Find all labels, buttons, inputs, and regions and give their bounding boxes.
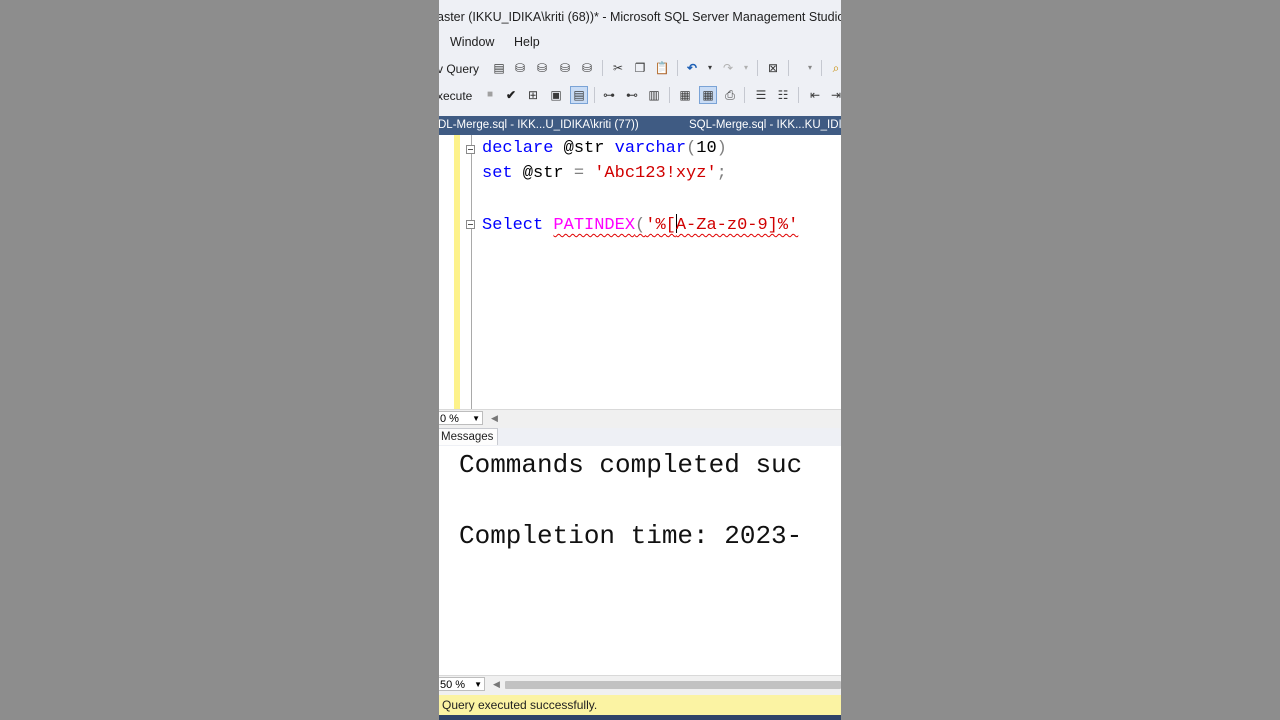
scroll-left-icon[interactable]: ◀ [493, 679, 500, 690]
redo-dropdown-icon[interactable]: ▾ [738, 60, 754, 76]
function-name: PATINDEX [553, 216, 636, 235]
keyword: set [482, 164, 513, 183]
results-tab-bar: Messages [439, 428, 841, 446]
ssms-window: aster (IKKU_IDIKA\kriti (68))* - Microso… [439, 0, 841, 720]
menu-window[interactable]: Window [450, 35, 494, 49]
query-editor[interactable]: declare @str varchar(10) set @str = 'Abc… [439, 135, 841, 409]
toolbar-separator [798, 87, 799, 103]
query-options-icon[interactable]: ▣ [548, 87, 564, 103]
parse-check-icon[interactable]: ✔ [503, 87, 519, 103]
document-tab-bar: DL-Merge.sql - IKK...U_IDIKA\kriti (77))… [439, 116, 841, 135]
string-literal: 'Abc123!xyz' [594, 164, 717, 183]
code-line-1: declare @str varchar(10) [482, 139, 727, 158]
paren: ) [716, 139, 727, 158]
window-title: aster (IKKU_IDIKA\kriti (68))* - Microso… [439, 10, 841, 24]
decrease-indent-icon[interactable]: ⇤ [807, 87, 823, 103]
code-line-2: set @str = 'Abc123!xyz'; [482, 164, 727, 183]
paren: ( [686, 139, 697, 158]
horizontal-scrollbar[interactable] [505, 681, 841, 689]
collapse-icon[interactable] [466, 145, 475, 154]
toolbar-separator [821, 60, 822, 76]
messages-tab-label: Messages [441, 431, 494, 443]
bottom-strip [439, 715, 841, 720]
paste-icon[interactable]: 📋 [654, 60, 670, 76]
search-icon[interactable]: ⌕ [828, 60, 841, 76]
increase-indent-icon[interactable]: ⇥ [828, 87, 841, 103]
variable: @str [553, 139, 615, 158]
toolbar-separator [594, 87, 595, 103]
sql-editor-toolbar: xecute ■ ✔ ⊞ ▣ ▤ ⊶ ⊷ ▥ ▦ ▦ ⎙ ☰ ☷ ⇤ ⇥ [439, 82, 841, 108]
undo-icon[interactable]: ↶ [684, 60, 700, 76]
semicolon: ; [716, 164, 727, 183]
keyword: Select [482, 216, 544, 235]
redo-icon[interactable]: ↷ [720, 60, 736, 76]
code-line-3: Select PATINDEX('%[A-Za-z0-9]%' [482, 214, 798, 235]
execute-button[interactable]: xecute [439, 89, 472, 103]
mdx-query-icon[interactable]: ▤ [491, 60, 507, 76]
paren: ( [635, 216, 646, 235]
dax-query-icon[interactable]: ⛁ [557, 60, 573, 76]
results-to-grid-active-icon[interactable]: ▦ [699, 86, 717, 104]
menu-bar: Window Help [439, 32, 841, 54]
outline-margin [471, 135, 472, 409]
analysis-query-icon[interactable]: ⛁ [579, 60, 595, 76]
toolbar-separator [669, 87, 670, 103]
chevron-down-icon: ▼ [474, 680, 482, 689]
completion-time-line: Completion time: 2023- [459, 521, 803, 551]
title-bar: aster (IKKU_IDIKA\kriti (68))* - Microso… [439, 0, 841, 32]
results-zoom-select[interactable]: 50 % ▼ [439, 677, 485, 691]
results-to-file-icon[interactable]: ⎙ [722, 87, 738, 103]
editor-zoom-select[interactable]: 0 % ▼ [439, 411, 483, 425]
client-stats-icon[interactable]: ▥ [646, 87, 662, 103]
toolbar-separator [677, 60, 678, 76]
variable: @str [512, 164, 574, 183]
number: 10 [696, 139, 717, 158]
operator: = [573, 164, 595, 183]
toolbar-separator [744, 87, 745, 103]
messages-pane: Commands completed suc Completion time: … [439, 446, 841, 675]
message-line: Commands completed suc [459, 450, 803, 480]
new-query-button[interactable]: v Query [439, 62, 479, 76]
collapse-icon[interactable] [466, 220, 475, 229]
status-bar: Query executed successfully. [439, 695, 841, 715]
scroll-left-icon[interactable]: ◀ [491, 413, 498, 424]
cut-icon[interactable]: ✂ [610, 60, 626, 76]
standard-toolbar: v Query ▤ ⛁ ⛁ ⛁ ⛁ ✂ ❐ 📋 ↶ ▾ ↷ ▾ ⊠ ▾ ⌕ [439, 55, 841, 81]
copy-icon[interactable]: ❐ [632, 60, 648, 76]
stop-icon[interactable]: ■ [482, 87, 498, 103]
include-plan-icon[interactable]: ⊶ [601, 87, 617, 103]
config-dropdown-icon[interactable]: ▾ [802, 60, 818, 76]
comment-icon[interactable]: ☰ [753, 87, 769, 103]
undo-dropdown-icon[interactable]: ▾ [702, 60, 718, 76]
xmla-query-icon[interactable]: ⛁ [534, 60, 550, 76]
editor-zoom-bar: 0 % ▼ ◀ [439, 409, 841, 428]
properties-icon[interactable]: ⊠ [765, 60, 781, 76]
toolbar-separator [788, 60, 789, 76]
live-stats-icon[interactable]: ⊷ [624, 87, 640, 103]
change-tracking-margin [454, 135, 460, 409]
left-background [0, 0, 439, 720]
menu-help[interactable]: Help [514, 35, 540, 49]
right-background [841, 0, 1280, 720]
results-zoom-bar: 50 % ▼ ◀ [439, 675, 841, 695]
dmx-query-icon[interactable]: ⛁ [512, 60, 528, 76]
uncomment-icon[interactable]: ☷ [775, 87, 791, 103]
results-to-grid-icon[interactable]: ▦ [677, 87, 693, 103]
tab-messages[interactable]: Messages [439, 428, 499, 445]
zoom-value: 50 % [440, 679, 466, 691]
display-plan-icon[interactable]: ⊞ [525, 87, 541, 103]
status-text: Query executed successfully. [442, 698, 598, 712]
tab-dl-merge[interactable]: DL-Merge.sql - IKK...U_IDIKA\kriti (77)) [439, 119, 639, 131]
zoom-value: 0 % [440, 413, 459, 425]
chevron-down-icon: ▼ [472, 414, 480, 423]
keyword: varchar [614, 139, 687, 158]
string-literal: A-Za-z0-9]%' [675, 216, 799, 235]
toolbar-separator [602, 60, 603, 76]
toolbar-separator [757, 60, 758, 76]
results-to-text-icon[interactable]: ▤ [570, 86, 588, 104]
string-literal: '%[ [645, 216, 676, 235]
tab-sql-merge[interactable]: SQL-Merge.sql - IKK...KU_IDIK [689, 119, 841, 131]
keyword: declare [482, 139, 554, 158]
